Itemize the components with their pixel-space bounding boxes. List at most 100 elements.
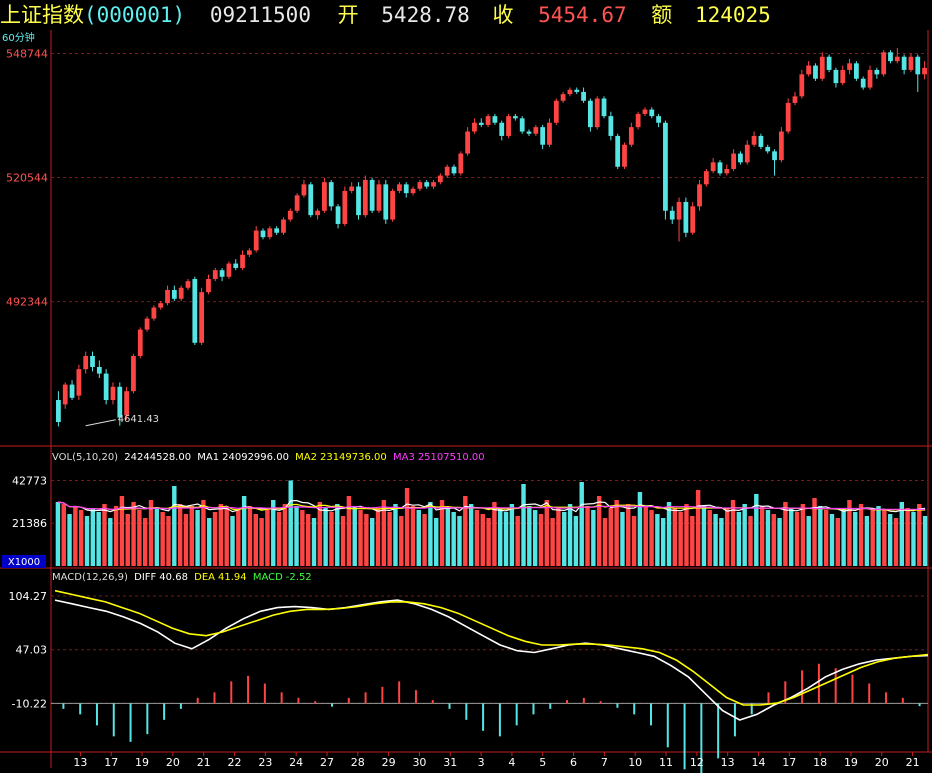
stock-chart[interactable]: 5487445205444923444641.435487.4442773213… xyxy=(0,0,932,773)
volume-bar xyxy=(428,502,433,566)
volume-bar xyxy=(707,510,712,566)
candle-body xyxy=(526,131,532,134)
volume-bar xyxy=(649,510,654,566)
candle-body xyxy=(151,307,157,319)
volume-bar xyxy=(265,508,270,566)
volume-bar xyxy=(678,512,683,566)
candle-body xyxy=(799,74,805,97)
volume-bar xyxy=(556,508,561,566)
volume-bar xyxy=(823,510,829,566)
candle-body xyxy=(778,131,784,161)
volume-bar xyxy=(55,502,61,566)
candle-body xyxy=(492,116,498,123)
x-tick-label: 17 xyxy=(104,756,118,769)
volume-bar xyxy=(841,508,846,566)
volume-bar xyxy=(724,508,730,566)
volume-bar xyxy=(684,504,689,566)
candle-body xyxy=(840,69,846,84)
candle-body xyxy=(253,230,259,251)
candle-body xyxy=(744,144,750,163)
candle-body xyxy=(567,89,573,95)
volume-bar xyxy=(416,510,421,566)
volume-bar xyxy=(125,514,130,566)
candle-body xyxy=(622,144,627,167)
volume-bar xyxy=(288,480,293,566)
volume-bar xyxy=(643,506,648,566)
candle-body xyxy=(881,52,887,75)
x-tick-label: 21 xyxy=(197,756,211,769)
candle-body xyxy=(267,228,273,238)
volume-bar xyxy=(905,508,910,566)
volume-bar xyxy=(236,510,241,566)
volume-bar xyxy=(567,504,573,566)
candle-body xyxy=(322,182,327,211)
candle-body xyxy=(233,263,239,268)
volume-bar xyxy=(137,510,142,566)
volume-bar xyxy=(177,504,183,566)
candle-body xyxy=(642,109,648,114)
volume-bar xyxy=(183,514,189,566)
candle-body xyxy=(124,391,130,416)
candle-body xyxy=(847,63,852,70)
volume-bar xyxy=(626,504,631,566)
volume-bar xyxy=(829,514,835,566)
volume-bar xyxy=(207,518,212,566)
diff-line xyxy=(54,599,929,721)
x-tick-label: 19 xyxy=(135,756,149,769)
volume-bar xyxy=(614,500,619,566)
volume-bar xyxy=(294,506,299,566)
volume-bar xyxy=(550,518,555,566)
volume-bar xyxy=(608,508,614,566)
diff-value: 40.68 xyxy=(159,572,188,583)
volume-bar xyxy=(800,504,806,566)
volume-bar xyxy=(655,514,660,566)
volume-bar xyxy=(660,518,666,566)
ma3-value: 25107510.00 xyxy=(417,452,485,463)
candle-body xyxy=(499,122,505,136)
volume-bar xyxy=(218,504,224,566)
candle-body xyxy=(826,56,832,70)
candle-body xyxy=(103,373,109,400)
candle-body xyxy=(615,135,621,167)
volume-bar xyxy=(119,496,125,566)
x-tick-label: 29 xyxy=(382,756,396,769)
candle-body xyxy=(410,188,416,194)
x-tick-label: 13 xyxy=(721,756,735,769)
volume-bar xyxy=(335,504,340,566)
candle-body xyxy=(260,230,266,238)
candle-body xyxy=(751,135,757,145)
volume-bar xyxy=(422,514,427,566)
candle-body xyxy=(703,171,709,185)
volume-bar xyxy=(352,506,357,566)
x-tick-label: 24 xyxy=(289,756,303,769)
dea-label: DEA xyxy=(194,572,215,583)
candle-body xyxy=(581,91,586,101)
volume-bar xyxy=(433,518,439,566)
volume-bar xyxy=(201,500,206,566)
volume-bar xyxy=(701,506,707,566)
x-tick-label: 5 xyxy=(539,756,546,769)
volume-bar xyxy=(486,518,491,566)
volume-bar xyxy=(172,486,177,566)
candle-body xyxy=(342,190,348,224)
volume-bar xyxy=(515,516,520,566)
volume-bar xyxy=(73,506,78,566)
volume-bar xyxy=(480,514,485,566)
macd-legend: MACD(12,26,9) DIFF 40.68 DEA 41.94 MACD -2.… xyxy=(52,572,315,583)
candle-body xyxy=(158,303,164,308)
candle-body xyxy=(62,384,68,405)
volume-bar xyxy=(893,518,899,566)
volume-bar xyxy=(858,504,864,566)
volume-bar xyxy=(445,508,451,566)
candle-body xyxy=(738,153,743,163)
volume-bar xyxy=(794,512,800,566)
price-tick-label: 492344 xyxy=(6,296,48,309)
candle-body xyxy=(294,195,300,211)
candle-body xyxy=(792,96,798,103)
volume-bar xyxy=(230,516,235,566)
volume-bar xyxy=(666,502,672,566)
volume-bar xyxy=(527,506,532,566)
candle-body xyxy=(560,94,566,101)
candle-body xyxy=(206,278,211,293)
candle-body xyxy=(888,52,893,62)
